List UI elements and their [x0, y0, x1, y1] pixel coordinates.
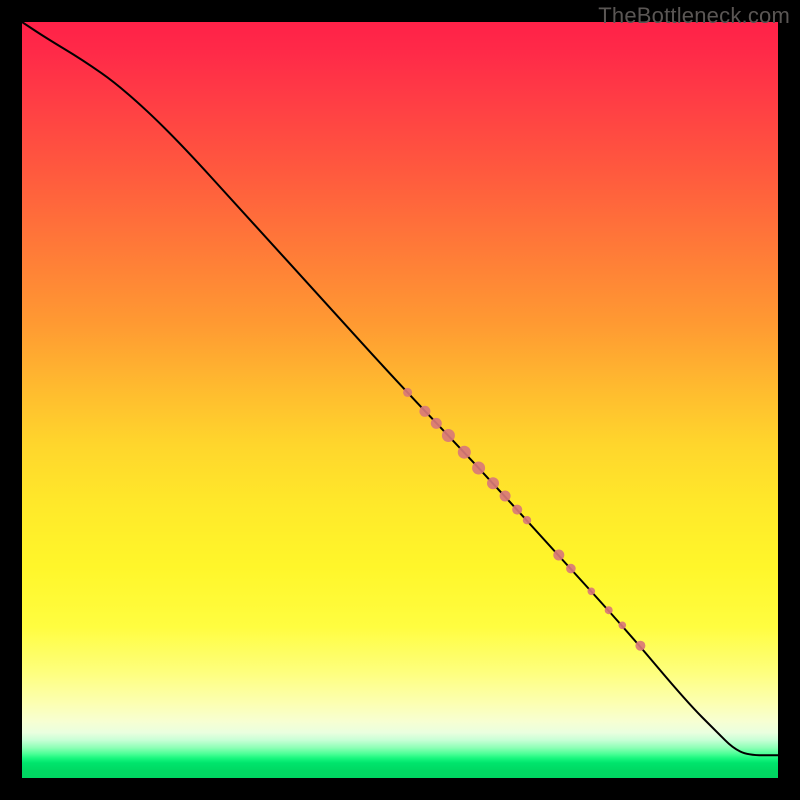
data-point	[403, 388, 412, 397]
data-point	[431, 418, 442, 429]
data-point	[419, 406, 430, 417]
data-point	[553, 550, 564, 561]
data-point	[487, 477, 499, 489]
data-point	[588, 588, 596, 596]
data-point	[566, 564, 576, 574]
data-point	[458, 446, 471, 459]
data-point	[635, 641, 645, 651]
data-point	[619, 622, 627, 630]
data-point	[523, 516, 531, 524]
plot-area	[22, 22, 778, 778]
curve-line	[22, 22, 778, 755]
data-point	[442, 429, 455, 442]
data-point	[605, 606, 613, 614]
data-point	[512, 505, 522, 515]
chart-stage: TheBottleneck.com	[0, 0, 800, 800]
watermark-text: TheBottleneck.com	[598, 3, 790, 29]
data-points	[403, 388, 645, 651]
data-point	[472, 462, 485, 475]
chart-overlay	[22, 22, 778, 778]
data-point	[500, 491, 511, 502]
